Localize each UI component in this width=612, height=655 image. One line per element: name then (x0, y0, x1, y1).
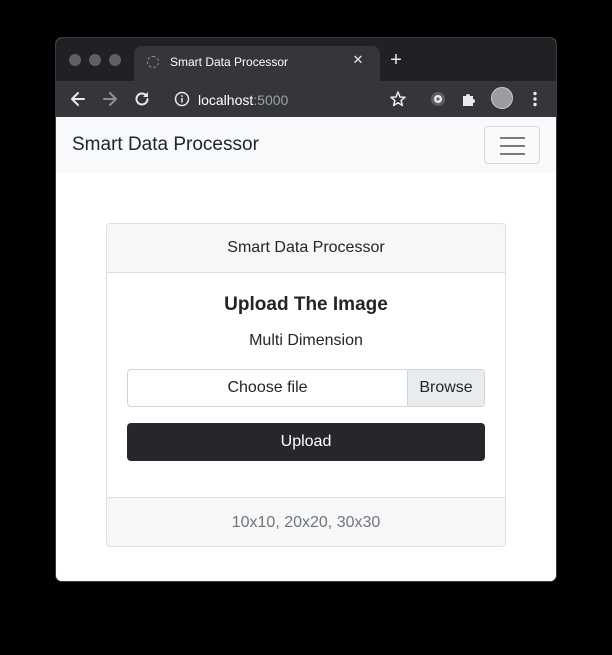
card-subtitle: Multi Dimension (249, 332, 363, 349)
navbar-toggler-button[interactable] (484, 126, 540, 164)
file-input-label[interactable]: Choose file (128, 370, 407, 406)
url-port: :5000 (253, 92, 289, 108)
navbar: Smart Data Processor (56, 117, 556, 173)
page-content: Smart Data Processor Smart Data Processo… (56, 117, 556, 581)
window-zoom-dot[interactable] (109, 54, 121, 66)
browse-button[interactable]: Browse (407, 370, 484, 406)
upload-card: Smart Data Processor Upload The Image Mu… (106, 223, 506, 547)
card-header: Smart Data Processor (107, 224, 505, 273)
new-tab-icon[interactable]: + (386, 50, 406, 70)
url-host: localhost (198, 92, 254, 108)
upload-button[interactable]: Upload (127, 423, 485, 461)
browser-window: Smart Data Processor ✕ + localhost:5000 … (56, 38, 556, 581)
hamburger-icon-line (500, 145, 525, 147)
back-arrow-icon[interactable] (68, 89, 88, 109)
window-close-dot[interactable] (69, 54, 81, 66)
forward-arrow-icon[interactable] (100, 89, 120, 109)
tab-close-icon[interactable]: ✕ (350, 51, 366, 69)
star-icon[interactable] (388, 89, 408, 109)
card-footer: 10x10, 20x20, 30x30 (107, 497, 505, 546)
extension-icon[interactable] (428, 89, 448, 109)
puzzle-icon[interactable] (459, 89, 479, 109)
file-input[interactable]: Choose file Browse (127, 369, 485, 407)
card-title: Upload The Image (224, 294, 388, 315)
url-text[interactable]: localhost:5000 (198, 92, 288, 108)
info-icon[interactable] (174, 91, 190, 107)
more-menu-icon[interactable] (525, 89, 545, 109)
tab-title: Smart Data Processor (170, 55, 289, 69)
address-bar[interactable]: localhost:5000 (168, 85, 386, 113)
navbar-brand[interactable]: Smart Data Processor (72, 134, 259, 156)
browser-toolbar: localhost:5000 (56, 81, 556, 117)
tab-strip: Smart Data Processor ✕ + (56, 38, 556, 81)
hamburger-icon-line (500, 153, 525, 155)
loading-favicon-icon (147, 56, 159, 68)
window-minimize-dot[interactable] (89, 54, 101, 66)
reload-icon[interactable] (132, 89, 152, 109)
hamburger-icon-line (500, 137, 525, 139)
browser-tab[interactable]: Smart Data Processor ✕ (134, 46, 380, 81)
profile-avatar[interactable] (491, 87, 513, 109)
